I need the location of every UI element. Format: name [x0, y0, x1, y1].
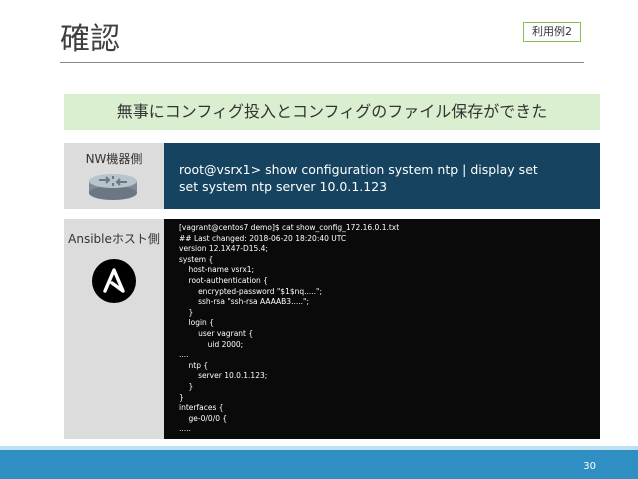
- code-line: }: [179, 392, 184, 402]
- code-line: server 10.0.1.123;: [179, 371, 268, 381]
- page-number: 30: [583, 461, 596, 472]
- code-line: login {: [179, 318, 214, 328]
- code-line: ....: [179, 350, 189, 360]
- router-icon: [89, 174, 137, 200]
- code-line: user vagrant {: [179, 328, 254, 338]
- code-line: ge-0/0/0 {: [179, 413, 228, 423]
- code-line: system {: [179, 254, 214, 264]
- code-line: version 12.1X47-D15.4;: [179, 244, 268, 254]
- code-line: ntp {: [179, 360, 209, 370]
- code-line: }: [179, 307, 194, 317]
- slide-title: 確認: [60, 22, 120, 57]
- nw-device-label: NW機器側: [85, 152, 143, 166]
- ansible-host-side: Ansibleホスト側: [64, 219, 164, 439]
- code-line: host-name vsrx1;: [179, 265, 255, 275]
- code-line: interfaces {: [179, 403, 224, 413]
- ansible-host-label: Ansibleホスト側: [68, 232, 160, 246]
- nw-output-line: set system ntp server 10.0.1.123: [179, 179, 388, 194]
- result-banner: 無事にコンフィグ投入とコンフィグのファイル保存ができた: [64, 94, 600, 130]
- code-line: uid 2000;: [179, 339, 244, 349]
- code-line: .....: [179, 424, 191, 434]
- nw-command-output: root@vsrx1> show configuration system nt…: [164, 143, 600, 209]
- code-line: ssh-rsa "ssh-rsa AAAAB3.....";: [179, 297, 309, 307]
- code-line: ## Last changed: 2018-06-20 18:20:40 UTC: [179, 233, 347, 243]
- ansible-logo: [92, 259, 136, 303]
- code-line: encrypted-password "$1$nq.....";: [179, 286, 323, 296]
- code-line: }: [179, 381, 194, 391]
- ansible-file-output: [vagrant@centos7 demo]$ cat show_config_…: [164, 219, 600, 439]
- nw-output-line: root@vsrx1> show configuration system nt…: [179, 162, 538, 177]
- usage-example-badge: 利用例2: [523, 22, 581, 42]
- title-divider: [60, 62, 584, 63]
- code-line: [vagrant@centos7 demo]$ cat show_config_…: [179, 223, 400, 232]
- nw-device-side: NW機器側: [64, 143, 164, 209]
- code-line: root-authentication {: [179, 275, 268, 285]
- footer-bar: [0, 450, 638, 479]
